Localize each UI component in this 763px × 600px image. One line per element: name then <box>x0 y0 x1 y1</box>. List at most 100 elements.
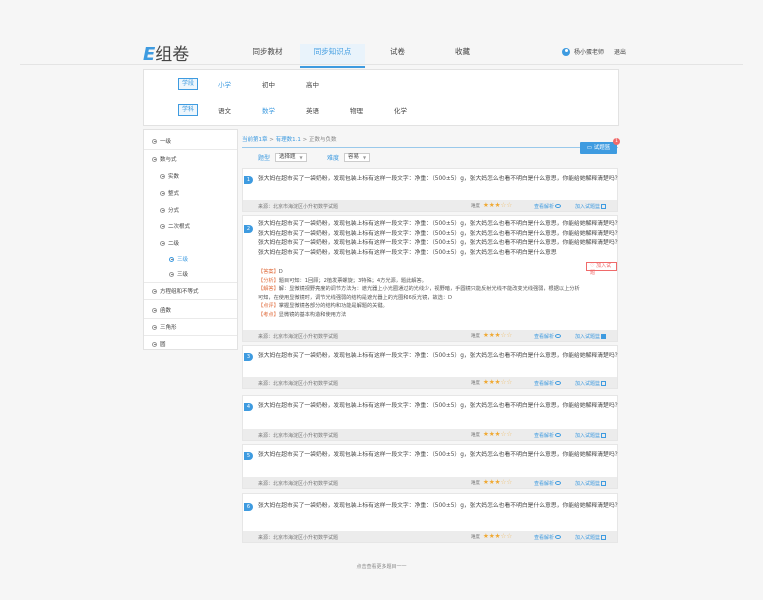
breadcrumb-section[interactable]: 有理数1.1 <box>276 137 301 143</box>
nav-sync-textbook[interactable]: 同步教材 <box>235 44 300 64</box>
subject-option-english[interactable]: 英语 <box>306 105 350 115</box>
view-analysis-link[interactable]: 查看解析 <box>534 480 562 487</box>
question-card: 4 张大妈在超市买了一袋奶粉，发现包装上标有这样一段文字：净重：（500±5）g… <box>242 395 621 441</box>
view-analysis-link[interactable]: 查看解析 <box>534 534 562 541</box>
tree-item[interactable]: 方程组和不等式 <box>152 287 199 295</box>
breadcrumb-chapter[interactable]: 当前第1章 <box>242 137 268 143</box>
expand-icon[interactable] <box>160 190 165 196</box>
subject-option-chemistry[interactable]: 化学 <box>394 105 438 115</box>
user-name[interactable]: 杨小蛋老师 <box>574 47 604 56</box>
question-text: 张大妈在超市买了一袋奶粉，发现包装上标有这样一段文字：净重：（500±5）g，张… <box>258 452 621 458</box>
question-basket-button[interactable]: ▭ 试题篮 <box>580 142 617 154</box>
add-to-basket-link[interactable]: 加入试题篮 <box>575 432 607 439</box>
expand-icon[interactable] <box>169 256 174 262</box>
stage-option-primary[interactable]: 小学 <box>218 79 262 89</box>
expand-icon[interactable] <box>152 324 157 330</box>
subject-option-physics[interactable]: 物理 <box>350 105 394 115</box>
breadcrumb-current: 正数与负数 <box>308 137 337 143</box>
question-source: 来源：北京市海淀区小升初数学试题 <box>258 433 339 439</box>
tree-divider <box>144 335 237 336</box>
view-analysis-link[interactable]: 查看解析 <box>534 203 562 210</box>
add-to-basket-link[interactable]: 加入试题篮 <box>575 534 607 541</box>
expand-icon[interactable] <box>152 138 157 144</box>
filter-panel: 学段 小学 初中 高中 学科 语文 数学 英语 物理 化学 <box>143 69 619 126</box>
type-selector: 题型 选择题 ▼ <box>258 153 307 162</box>
question-card: 6 张大妈在超市买了一袋奶粉，发现包装上标有这样一段文字：净重：（500±5）g… <box>242 493 620 543</box>
header-divider <box>20 64 743 65</box>
eye-icon <box>555 204 562 208</box>
stage-option-middle[interactable]: 初中 <box>262 79 306 89</box>
star-empty-icon: ☆ <box>506 201 513 209</box>
star-empty-icon: ☆ <box>506 378 513 386</box>
add-to-basket-link[interactable]: 加入试题篮 <box>575 203 607 210</box>
question-card-expanded: 2 张大妈在超市买了一袋奶粉，发现包装上标有这样一段文字：净重：（500±5）g… <box>242 215 621 342</box>
tree-item[interactable]: 圆 <box>152 340 166 348</box>
difficulty-rating: 难度 ★★★☆☆ <box>471 201 513 209</box>
nav-favorites[interactable]: 收藏 <box>430 44 495 64</box>
expand-icon[interactable] <box>160 223 165 229</box>
view-analysis-link[interactable]: 查看解析 <box>534 333 562 340</box>
expand-icon[interactable] <box>152 307 157 313</box>
answer-analysis: 【答案】D 【分析】题目可知：1回顾；2植发票螺旋；3特殊；4方光源，题此解答。… <box>258 269 580 318</box>
question-text: 张大妈在超市买了一袋奶粉，发现包装上标有这样一段文字：净重：（500±5）g，张… <box>258 176 621 182</box>
eye-icon <box>555 381 562 385</box>
star-empty-icon: ☆ <box>506 478 513 486</box>
question-text: 张大妈在超市买了一袋奶粉，发现包装上标有这样一段文字：净重：（500±5）g，张… <box>258 353 621 359</box>
nav-papers[interactable]: 试卷 <box>365 44 430 64</box>
logo[interactable]: E组卷 <box>143 40 189 65</box>
tree-item[interactable]: 三角形 <box>152 323 177 331</box>
add-to-basket-link[interactable]: 加入试题篮 <box>575 480 607 487</box>
expand-icon[interactable] <box>160 173 165 179</box>
add-to-basket-link[interactable]: 加入试题篮 <box>575 380 607 387</box>
difficulty-select[interactable]: 容易 ▼ <box>344 153 371 162</box>
tree-item-active[interactable]: 三级 <box>169 255 188 263</box>
view-analysis-link[interactable]: 查看解析 <box>534 432 562 439</box>
star-empty-icon: ☆ <box>506 430 513 438</box>
tree-divider <box>144 318 237 319</box>
breadcrumb: 当前第1章 > 有理数1.1 > 正数与负数 <box>242 137 337 143</box>
stage-label: 学段 <box>178 78 198 90</box>
question-footer: 来源：北京市海淀区小升初数学试题 难度 ★★★☆☆ 查看解析 加入试题篮 <box>243 200 617 211</box>
tree-item[interactable]: 数与式 <box>152 155 177 163</box>
checkbox-icon <box>601 535 607 540</box>
collapse-icon[interactable] <box>152 156 157 162</box>
tree-item[interactable]: 函数 <box>152 306 171 314</box>
logout-link[interactable]: 退出 <box>614 47 626 56</box>
expand-icon[interactable] <box>160 207 165 213</box>
expand-icon[interactable] <box>152 288 157 294</box>
tree-divider <box>144 299 237 300</box>
tree-item[interactable]: 三级 <box>169 270 188 278</box>
question-source: 来源：北京市海淀区小升初数学试题 <box>258 535 339 541</box>
in-basket-button[interactable]: ♡ 加入试题 <box>586 262 617 276</box>
tree-item[interactable]: 整式 <box>160 189 179 197</box>
nav-sync-knowledge[interactable]: 同步知识点 <box>300 44 365 68</box>
basket-icon: ▭ <box>586 145 594 151</box>
type-select[interactable]: 选择题 ▼ <box>275 153 307 162</box>
tree-item[interactable]: 二级 <box>160 239 179 247</box>
tree-item[interactable]: 分式 <box>160 206 179 214</box>
difficulty-label: 难度 <box>327 155 340 162</box>
subject-option-math[interactable]: 数学 <box>262 105 306 115</box>
view-analysis-link[interactable]: 查看解析 <box>534 380 562 387</box>
tree-item[interactable]: 二次根式 <box>160 222 190 230</box>
chevron-down-icon: ▼ <box>299 155 303 160</box>
question-footer: 来源：北京市海淀区小升初数学试题 难度 ★★★☆☆ 查看解析 加入试题篮 <box>243 477 617 488</box>
difficulty-selector: 难度 容易 ▼ <box>327 153 371 162</box>
checkbox-checked-icon <box>601 334 607 339</box>
subject-filter-row: 学科 语文 数学 英语 物理 化学 <box>178 104 438 116</box>
question-number: 4 <box>244 403 253 411</box>
basket-count-badge: 1 <box>613 138 620 145</box>
subject-option-chinese[interactable]: 语文 <box>218 105 262 115</box>
stage-option-high[interactable]: 高中 <box>306 79 350 89</box>
expand-icon[interactable] <box>169 271 174 277</box>
tree-item[interactable]: 实数 <box>160 172 179 180</box>
question-text: 张大妈在超市买了一袋奶粉，发现包装上标有这样一段文字：净重：（500±5）g，张… <box>258 403 621 409</box>
user-area: 杨小蛋老师 退出 <box>562 47 626 56</box>
question-text: 张大妈在超市买了一袋奶粉，发现包装上标有这样一段文字：净重：（500±5）g，张… <box>258 221 621 256</box>
expand-icon[interactable] <box>152 341 157 347</box>
question-source: 来源：北京市海淀区小升初数学试题 <box>258 481 339 487</box>
load-more-link[interactable]: 点击查看更多题目一一 <box>0 563 763 570</box>
tree-item[interactable]: 一级 <box>152 137 171 145</box>
add-to-basket-link[interactable]: 加入试题篮 <box>575 333 607 340</box>
collapse-icon[interactable] <box>160 240 165 246</box>
